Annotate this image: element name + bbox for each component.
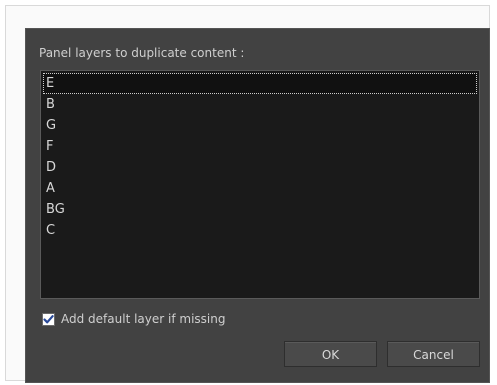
prompt-label: Panel layers to duplicate content : — [39, 46, 245, 60]
duplicate-content-dialog: Panel layers to duplicate content : E B … — [25, 28, 490, 383]
layer-item-g[interactable]: G — [43, 115, 477, 136]
ok-button[interactable]: OK — [284, 341, 377, 367]
layer-list[interactable]: E B G F D A BG C — [40, 70, 480, 299]
layer-item-d[interactable]: D — [43, 157, 477, 178]
layer-item-c[interactable]: C — [43, 220, 477, 241]
add-default-layer-checkbox[interactable] — [42, 312, 55, 326]
layer-item-b[interactable]: B — [43, 94, 477, 115]
screenshot-frame: Panel layers to duplicate content : E B … — [5, 5, 490, 383]
layer-item-e[interactable]: E — [43, 73, 477, 94]
cancel-button[interactable]: Cancel — [387, 341, 480, 367]
checkmark-icon — [43, 314, 54, 323]
add-default-layer-label[interactable]: Add default layer if missing — [61, 312, 225, 326]
layer-item-f[interactable]: F — [43, 136, 477, 157]
layer-item-a[interactable]: A — [43, 178, 477, 199]
add-default-layer-option: Add default layer if missing — [42, 312, 225, 326]
layer-item-bg[interactable]: BG — [43, 199, 477, 220]
